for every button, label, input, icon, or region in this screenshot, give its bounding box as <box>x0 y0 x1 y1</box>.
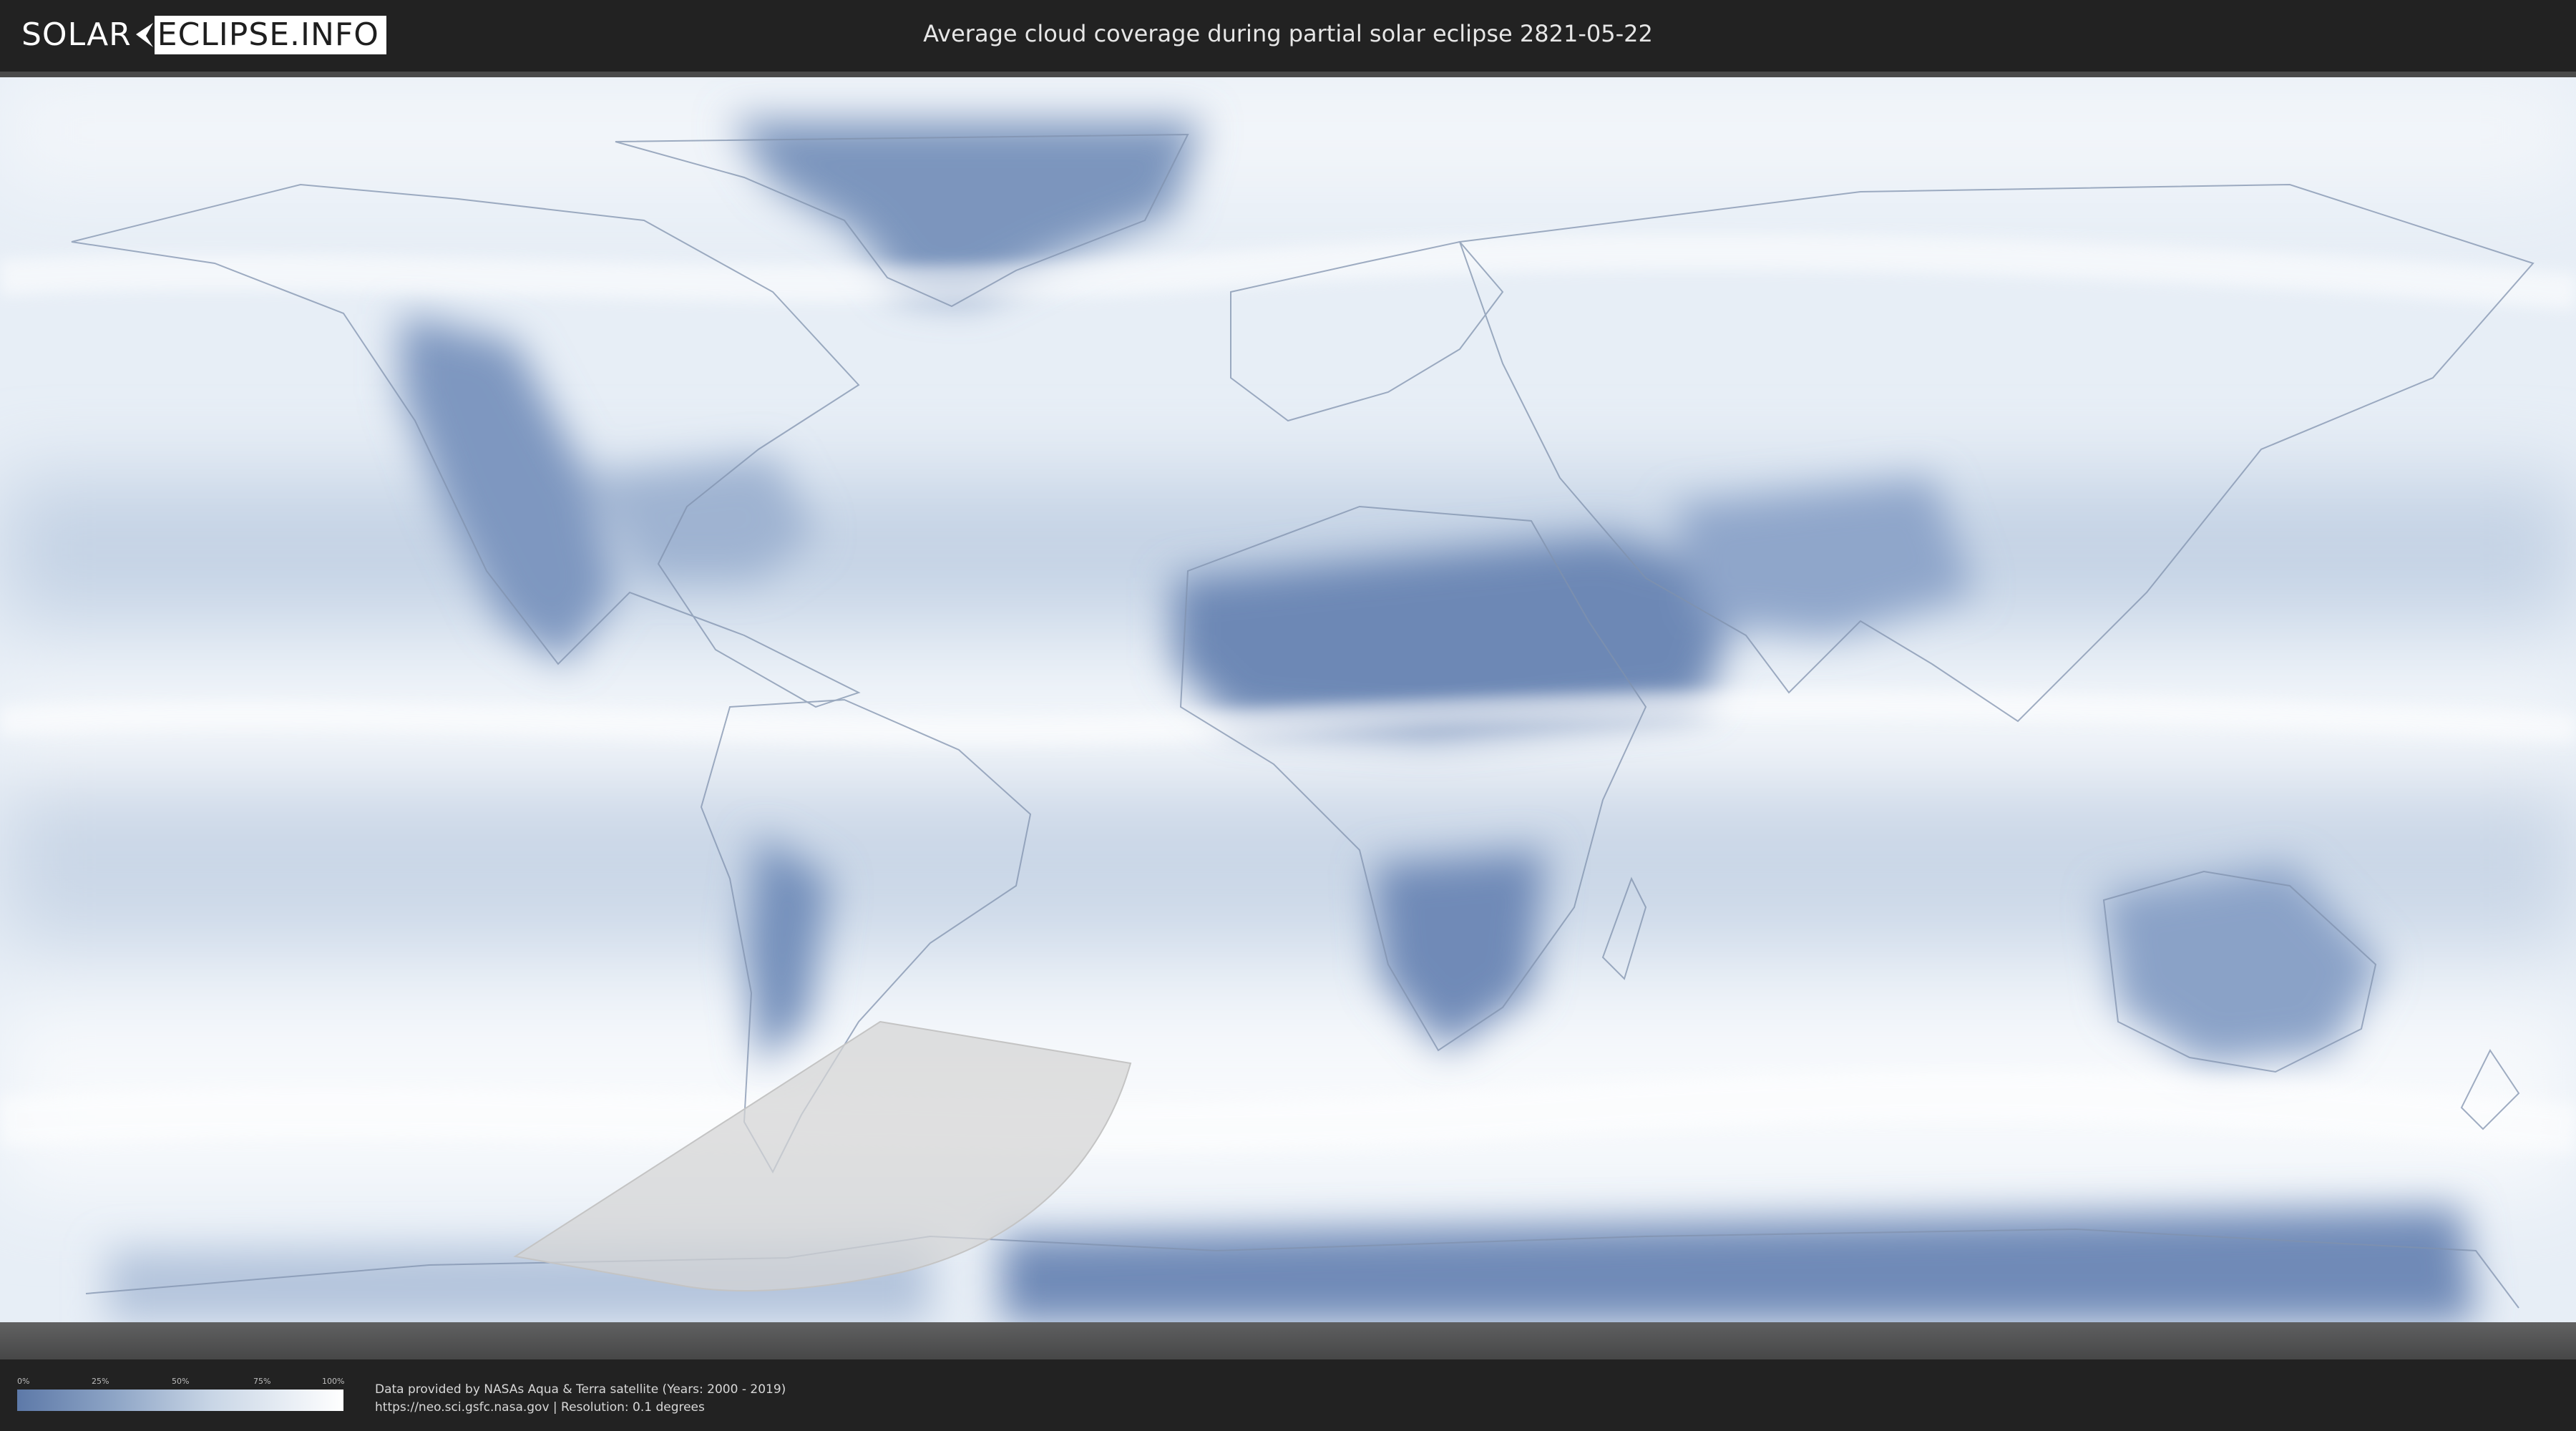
legend-tick-label: 75% <box>253 1377 271 1386</box>
data-credits: Data provided by NASAs Aqua & Terra sate… <box>375 1381 786 1417</box>
cloud-coverage-legend: 0% 25% 50% 75% 100% <box>17 1377 345 1414</box>
legend-tick-label: 100% <box>322 1377 345 1386</box>
footer-bar: 0% 25% 50% 75% 100% Data provided by NAS… <box>0 1359 2576 1431</box>
legend-color-scale <box>17 1390 343 1411</box>
page-title: Average cloud coverage during partial so… <box>923 20 1653 47</box>
header-bar: SOLAR ECLIPSE.INFO Average cloud coverag… <box>0 0 2576 72</box>
legend-tick-label: 0% <box>17 1377 30 1386</box>
credits-link[interactable]: https://neo.sci.gsfc.nasa.gov | Resoluti… <box>375 1399 786 1417</box>
legend-tick-label: 25% <box>92 1377 109 1386</box>
legend-tick-label: 50% <box>172 1377 190 1386</box>
credits-source: Data provided by NASAs Aqua & Terra sate… <box>375 1382 786 1397</box>
cloud-coverage-map[interactable] <box>0 77 2576 1365</box>
polar-night-band <box>0 1322 2576 1365</box>
